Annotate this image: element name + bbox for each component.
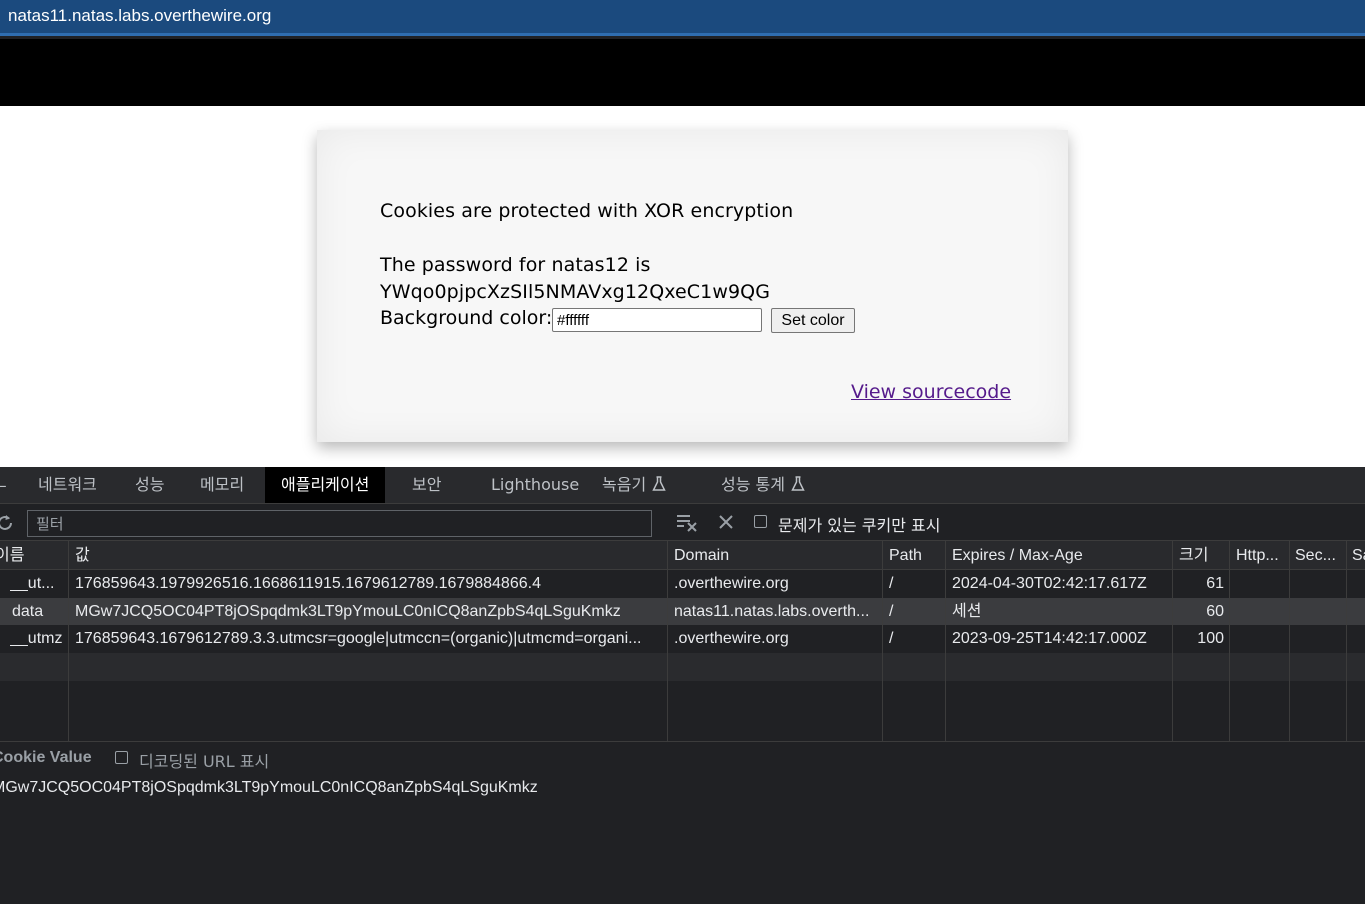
cookie-size: 61 xyxy=(1206,575,1224,592)
column-header-name[interactable]: 이름 xyxy=(0,541,65,570)
column-header-expires[interactable]: Expires / Max-Age xyxy=(952,541,1170,570)
cookie-name: __utmz xyxy=(10,630,63,647)
table-row[interactable]: data MGw7JCQ5OC04PT8jOSpqdmk3LT9pYmouLC0… xyxy=(0,598,1365,625)
cookie-value: 176859643.1979926516.1668611915.16796127… xyxy=(75,575,541,592)
column-header-size[interactable]: 크기 xyxy=(1179,541,1227,570)
column-header-secure[interactable]: Sec... xyxy=(1295,541,1345,570)
password-value: YWqo0pjpcXzSIl5NMAVxg12QxeC1w9QG xyxy=(380,281,771,303)
cookies-toolbar: 문제가 있는 쿠키만 표시 xyxy=(0,504,1365,541)
delete-cookies-icon[interactable] xyxy=(717,513,735,531)
cookie-path: / xyxy=(889,575,894,592)
cookie-value: MGw7JCQ5OC04PT8jOSpqdmk3LT9pYmouLC0nICQ8… xyxy=(75,603,621,620)
column-divider[interactable] xyxy=(882,541,883,741)
flask-icon xyxy=(791,476,805,491)
tab-memory[interactable]: 메모리 xyxy=(200,467,244,503)
tab-network[interactable]: 네트워크 xyxy=(38,467,97,503)
cookie-domain: .overthewire.org xyxy=(674,630,789,647)
cookie-expires: 2023-09-25T14:42:17.000Z xyxy=(952,630,1147,647)
show-decoded-url-checkbox[interactable] xyxy=(115,751,128,764)
column-divider[interactable] xyxy=(945,541,946,741)
table-row[interactable]: __utmz 176859643.1679612789.3.3.utmcsr=g… xyxy=(0,625,1365,652)
tab-performance-insights-label: 성능 통계 xyxy=(721,475,785,494)
clear-filtered-cookies-icon[interactable] xyxy=(676,512,698,532)
column-header-path[interactable]: Path xyxy=(889,541,944,570)
column-divider[interactable] xyxy=(1172,541,1173,741)
tab-recorder-label: 녹음기 xyxy=(602,475,647,494)
table-row[interactable]: __ut... 176859643.1979926516.1668611915.… xyxy=(0,570,1365,597)
tab-console[interactable]: ㅗ xyxy=(0,467,7,503)
tab-application[interactable]: 애플리케이션 xyxy=(265,467,386,503)
tab-performance-insights[interactable]: 성능 통계 xyxy=(721,467,805,503)
tab-performance[interactable]: 성능 xyxy=(135,467,164,503)
cookie-domain: natas11.natas.labs.overth... xyxy=(674,603,870,620)
window-title-bar: natas11.natas.labs.overthewire.org xyxy=(0,0,1365,36)
flask-icon xyxy=(652,476,666,491)
cookie-size: 100 xyxy=(1197,630,1224,647)
tab-lighthouse[interactable]: Lighthouse xyxy=(491,467,579,503)
tab-security[interactable]: 보안 xyxy=(412,467,441,503)
cookie-expires: 2024-04-30T02:42:17.617Z xyxy=(952,575,1147,592)
page-heading: Cookies are protected with XOR encryptio… xyxy=(380,200,794,222)
set-color-button[interactable]: Set color xyxy=(771,308,855,333)
cookie-value: 176859643.1679612789.3.3.utmcsr=google|u… xyxy=(75,630,642,647)
view-sourcecode-link[interactable]: View sourcecode xyxy=(851,381,1011,403)
column-header-samesite[interactable]: Sa xyxy=(1352,541,1365,570)
show-decoded-url-label: 디코딩된 URL 표시 xyxy=(139,752,270,771)
cookie-size: 60 xyxy=(1206,603,1224,620)
filter-input[interactable] xyxy=(27,510,652,537)
devtools-tab-bar: ㅗ 네트워크 성능 메모리 애플리케이션 보안 Lighthouse 녹음기 성… xyxy=(0,467,1365,504)
cookie-value-panel: Cookie Value 디코딩된 URL 표시 MGw7JCQ5OC04PT8… xyxy=(0,741,1365,904)
table-header: 이름 값 Domain Path Expires / Max-Age 크기 Ht… xyxy=(0,541,1365,570)
bg-color-label: Background color: xyxy=(380,307,553,329)
cookie-value-text[interactable]: MGw7JCQ5OC04PT8jOSpqdmk3LT9pYmouLC0nICQ8… xyxy=(0,779,538,797)
cookies-table: 이름 값 Domain Path Expires / Max-Age 크기 Ht… xyxy=(0,541,1365,741)
bg-color-input[interactable] xyxy=(552,308,762,332)
column-divider[interactable] xyxy=(1289,541,1290,741)
page-viewport: Cookies are protected with XOR encryptio… xyxy=(0,106,1365,467)
content-card: Cookies are protected with XOR encryptio… xyxy=(317,130,1068,442)
cookie-name: __ut... xyxy=(10,575,55,592)
empty-table-row xyxy=(0,653,1365,681)
column-header-domain[interactable]: Domain xyxy=(674,541,879,570)
column-divider[interactable] xyxy=(68,541,69,741)
refresh-icon[interactable] xyxy=(0,512,16,534)
column-divider[interactable] xyxy=(667,541,668,741)
issues-only-label: 문제가 있는 쿠키만 표시 xyxy=(778,516,941,535)
cookie-name: data xyxy=(12,603,44,620)
issues-only-checkbox[interactable] xyxy=(754,515,767,528)
page-header-bar xyxy=(0,39,1365,106)
window-title: natas11.natas.labs.overthewire.org xyxy=(8,6,272,25)
password-line: The password for natas12 is xyxy=(380,254,651,276)
column-header-value[interactable]: 값 xyxy=(75,541,665,570)
cookie-path: / xyxy=(889,630,894,647)
column-header-httponly[interactable]: Http... xyxy=(1236,541,1288,570)
column-divider[interactable] xyxy=(1229,541,1230,741)
cookie-expires: 세션 xyxy=(952,603,982,620)
cookie-value-title: Cookie Value xyxy=(0,749,92,766)
cookie-domain: .overthewire.org xyxy=(674,575,789,592)
column-divider[interactable] xyxy=(1346,541,1347,741)
tab-recorder[interactable]: 녹음기 xyxy=(602,467,666,503)
cookie-path: / xyxy=(889,603,894,620)
